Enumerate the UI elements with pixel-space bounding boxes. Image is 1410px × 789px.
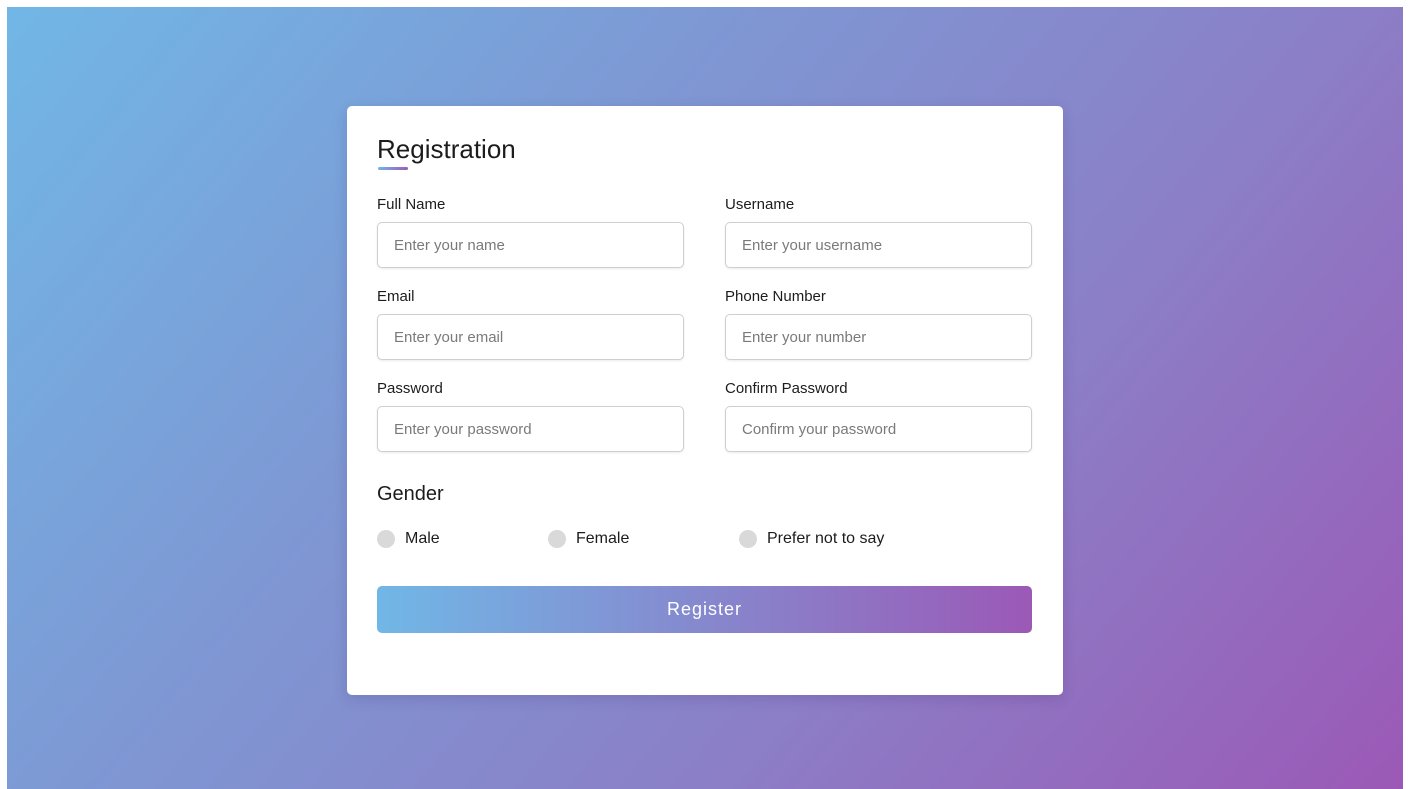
email-input[interactable] bbox=[377, 314, 684, 360]
full-name-label: Full Name bbox=[377, 196, 446, 213]
phone-number-label: Phone Number bbox=[725, 288, 826, 305]
email-label: Email bbox=[377, 288, 415, 305]
form-title: Registration bbox=[377, 134, 516, 164]
gender-title: Gender bbox=[377, 483, 444, 505]
password-input[interactable] bbox=[377, 406, 684, 452]
radio-button-prefer-not-to-say[interactable] bbox=[739, 530, 757, 548]
gender-option-label: Prefer not to say bbox=[767, 530, 885, 547]
gender-option-prefer-not-to-say[interactable]: Prefer not to say bbox=[739, 527, 884, 551]
username-label: Username bbox=[725, 196, 795, 213]
radio-button-female[interactable] bbox=[548, 530, 566, 548]
confirm-password-label: Confirm Password bbox=[725, 380, 848, 397]
title-underline bbox=[378, 167, 408, 170]
phone-number-input[interactable] bbox=[725, 314, 1032, 360]
username-input[interactable] bbox=[725, 222, 1032, 268]
full-name-input[interactable] bbox=[377, 222, 684, 268]
password-label: Password bbox=[377, 380, 443, 397]
gender-option-label: Male bbox=[405, 530, 440, 547]
register-button[interactable]: Register bbox=[377, 586, 1032, 633]
confirm-password-input[interactable] bbox=[725, 406, 1032, 452]
registration-card: Registration Full Name Username Email Ph… bbox=[347, 106, 1063, 695]
gender-option-label: Female bbox=[576, 530, 630, 547]
radio-button-male[interactable] bbox=[377, 530, 395, 548]
gender-option-male[interactable]: Male bbox=[377, 527, 440, 551]
gender-option-female[interactable]: Female bbox=[548, 527, 629, 551]
